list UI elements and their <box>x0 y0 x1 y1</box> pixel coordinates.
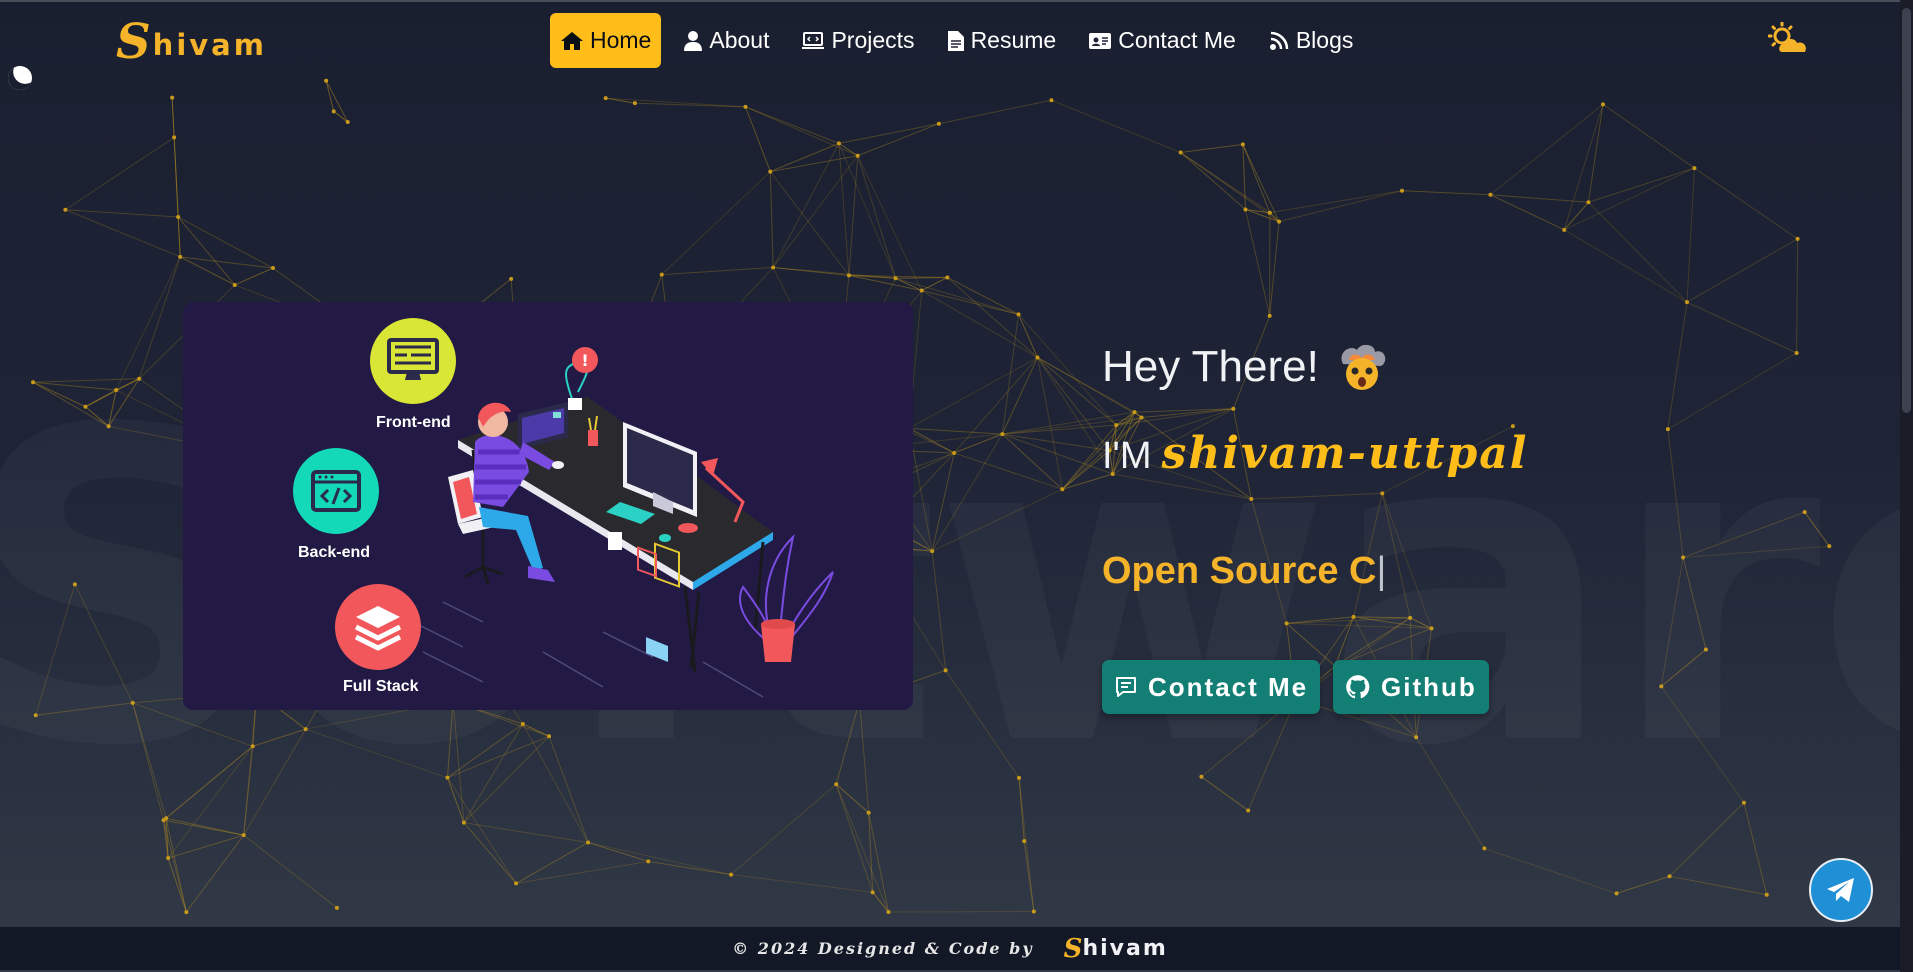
nav-item-home[interactable]: Home <box>550 13 662 68</box>
nav-label-contact: Contact Me <box>1118 27 1236 53</box>
contact-me-label: Contact Me <box>1148 671 1309 702</box>
home-icon <box>561 31 583 50</box>
fullstack-label: Full Stack <box>343 678 419 695</box>
sun-cloud-icon <box>1767 21 1806 52</box>
monitor-icon <box>387 338 439 380</box>
footer-logo: S hivam <box>1063 934 1168 964</box>
page-scrollbar[interactable] <box>1900 0 1913 972</box>
nav-label-home: Home <box>590 27 652 53</box>
id-card-icon <box>1089 32 1112 49</box>
greeting-text: Hey There! <box>1102 342 1319 391</box>
github-label: Github <box>1381 671 1477 702</box>
greeting-heading: Hey There! <box>1102 342 1389 392</box>
user-icon <box>684 30 703 51</box>
github-button[interactable]: Github <box>1333 660 1489 714</box>
footer-credit: © 2024 Designed & Code by <box>732 939 1034 958</box>
intro-text: I'M <box>1102 435 1152 477</box>
nav-item-resume[interactable]: Resume <box>937 13 1067 68</box>
svg-text:!: ! <box>581 351 588 370</box>
blog-icon <box>1269 31 1289 50</box>
nav-item-projects[interactable]: Projects <box>791 13 924 68</box>
typed-cursor: | <box>1376 550 1387 592</box>
logo-initial: S <box>116 14 151 70</box>
scrollbar-thumb[interactable] <box>1902 8 1911 413</box>
typed-role-text: Open Source C| <box>1102 550 1386 593</box>
nav-item-blogs[interactable]: Blogs <box>1258 13 1364 68</box>
hero-illustration-card: ! Front-end Back-end Full Stack <box>183 302 913 710</box>
footer: © 2024 Designed & Code by S hivam <box>0 927 1900 970</box>
main-nav: Home About Projects Resume Contact Me Bl… <box>550 13 1375 68</box>
frontend-label: Front-end <box>376 414 451 431</box>
layers-icon <box>354 606 402 651</box>
backend-label: Back-end <box>298 544 371 561</box>
github-icon <box>1346 675 1370 699</box>
nav-label-blogs: Blogs <box>1295 27 1354 53</box>
brand-logo[interactable]: S hivam <box>116 14 267 70</box>
nav-item-contact[interactable]: Contact Me <box>1078 13 1246 68</box>
laptop-code-icon <box>802 31 825 49</box>
developer-desk-illustration: ! <box>412 347 834 698</box>
telegram-button[interactable] <box>1809 858 1873 922</box>
typed-text: Open Source C <box>1102 550 1377 592</box>
code-window-icon <box>311 470 361 512</box>
chat-icon <box>1116 677 1136 697</box>
nav-item-about[interactable]: About <box>673 13 779 68</box>
file-icon <box>947 30 964 51</box>
contact-me-button[interactable]: Contact Me <box>1102 660 1321 714</box>
exploding-head-emoji <box>1341 344 1386 390</box>
backend-badge <box>293 448 379 534</box>
hero-name: shivam-uttpal <box>1161 428 1529 479</box>
footer-logo-text: hivam <box>1082 936 1168 961</box>
telegram-icon <box>1827 878 1854 902</box>
intro-line: I'M shivam-uttpal <box>1102 428 1528 479</box>
footer-logo-initial: S <box>1063 934 1083 964</box>
fullstack-badge <box>335 584 421 670</box>
frontend-badge <box>370 318 456 404</box>
nav-label-projects: Projects <box>831 27 915 53</box>
nav-label-about: About <box>709 27 770 53</box>
nav-label-resume: Resume <box>970 27 1057 53</box>
logo-text: hivam <box>152 28 267 62</box>
theme-toggle-button[interactable] <box>1767 21 1812 63</box>
